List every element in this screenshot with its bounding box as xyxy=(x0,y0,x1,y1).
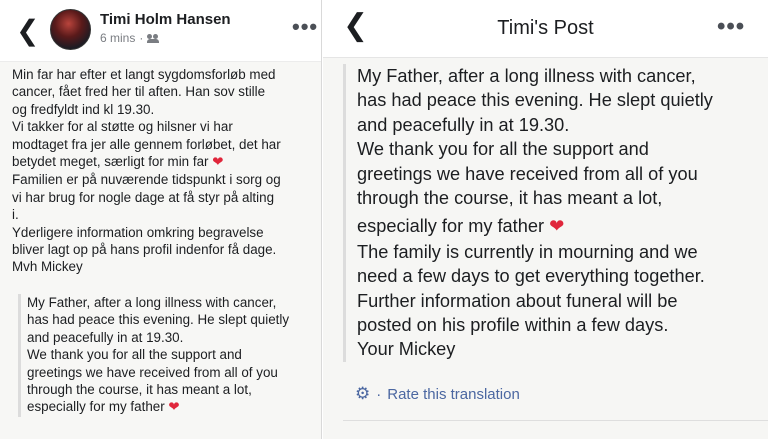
post-line: bliver lagt op på hans profil indenfor f… xyxy=(12,242,277,258)
translation-line: through the course, it has meant a lot, xyxy=(357,188,663,209)
page-title: Timi's Post xyxy=(497,17,594,39)
post-line: modtaget fra jer alle gennem forløbet, d… xyxy=(12,136,281,152)
translation-block: My Father, after a long illness with can… xyxy=(18,294,321,417)
post-meta: 6 mins · xyxy=(100,31,160,45)
red-heart-icon: ❤ xyxy=(168,400,180,416)
back-chevron-icon[interactable]: ❮ xyxy=(16,14,39,47)
post-line: Min far har efter et langt sygdomsforløb… xyxy=(12,67,276,82)
more-options-icon[interactable]: ••• xyxy=(717,13,745,41)
translation-line: The family is currently in mourning and … xyxy=(357,241,698,262)
divider xyxy=(343,420,768,421)
post-timestamp[interactable]: 6 mins xyxy=(100,31,135,45)
rate-translation-link[interactable]: Rate this translation xyxy=(387,386,520,403)
rate-separator: · xyxy=(376,385,382,403)
original-post-text: Min far har efter et langt sygdomsforløb… xyxy=(12,66,318,276)
meta-separator: · xyxy=(139,31,144,45)
translation-line: especially for my father xyxy=(357,216,544,237)
translation-line: We thank you for all the support and xyxy=(357,139,649,160)
translation-line: My Father, after a long illness with can… xyxy=(357,66,696,86)
translation-block: My Father, after a long illness with can… xyxy=(343,64,763,362)
translation-line: posted on his profile within a few days. xyxy=(357,315,669,336)
post-line: i. xyxy=(12,207,19,223)
translation-line-with-heart: especially for my father ❤ xyxy=(27,398,321,416)
post-line: Yderligere information omkring begravels… xyxy=(12,224,264,240)
translation-line: My Father, after a long illness with can… xyxy=(27,295,277,310)
post-line: vi har brug for nogle dage at få styr på… xyxy=(12,189,275,205)
rate-translation[interactable]: ⚙ · Rate this translation xyxy=(355,384,520,404)
post-line: Familien er på nuværende tidspunkt i sor… xyxy=(12,172,281,188)
translation-line-with-heart: especially for my father ❤ xyxy=(357,214,763,239)
translation-line: Your Mickey xyxy=(357,339,456,360)
translation-line: and peacefully in at 19.30. xyxy=(27,329,184,345)
more-options-icon[interactable]: ••• xyxy=(292,14,318,40)
left-post-panel: ❮ Timi Holm Hansen 6 mins · ••• Min far … xyxy=(0,0,322,439)
translation-line: need a few days to get everything togeth… xyxy=(357,266,705,287)
post-line: og fredfyldt ind kl 19.30. xyxy=(12,101,155,117)
translation-line: Further information about funeral will b… xyxy=(357,290,678,311)
post-line: betydet meget, særligt for min far xyxy=(12,154,209,170)
translation-line: greetings we have received from all of y… xyxy=(27,364,278,380)
translation-line: We thank you for all the support and xyxy=(27,347,242,363)
translation-line: has had peace this evening. He slept qui… xyxy=(357,90,713,111)
gear-icon[interactable]: ⚙ xyxy=(355,384,370,404)
right-post-panel: ❮ Timi's Post ••• My Father, after a lon… xyxy=(323,0,768,439)
friends-icon xyxy=(147,33,160,43)
post-line: cancer, fået fred her til aften. Han sov… xyxy=(12,84,266,100)
red-heart-icon: ❤ xyxy=(212,155,224,171)
translation-line: greetings we have received from all of y… xyxy=(357,163,698,184)
avatar[interactable] xyxy=(50,9,91,50)
translation-line: through the course, it has meant a lot, xyxy=(27,382,252,398)
translation-line: especially for my father xyxy=(27,399,165,415)
translation-line: has had peace this evening. He slept qui… xyxy=(27,312,290,328)
post-line: Mvh Mickey xyxy=(12,259,83,275)
post-line-with-heart: betydet meget, særligt for min far ❤ xyxy=(12,153,318,171)
right-post-header: ❮ Timi's Post ••• xyxy=(323,0,768,58)
author-name[interactable]: Timi Holm Hansen xyxy=(100,11,231,28)
left-post-header: ❮ Timi Holm Hansen 6 mins · ••• xyxy=(0,0,321,62)
post-line: Vi takker for al støtte og hilsner vi ha… xyxy=(12,119,233,135)
translation-line: and peacefully in at 19.30. xyxy=(357,114,570,135)
red-heart-icon: ❤ xyxy=(549,216,565,238)
